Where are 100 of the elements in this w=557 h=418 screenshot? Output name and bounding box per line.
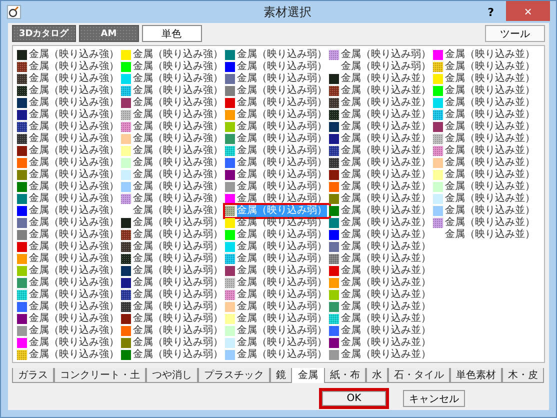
material-item[interactable]: 金属（映り込み弱） [225, 157, 329, 169]
material-item[interactable]: 金属（映り込み弱） [225, 109, 329, 121]
tool-button[interactable]: ツール [485, 25, 545, 42]
material-item[interactable]: 金属（映り込み弱） [121, 313, 225, 325]
material-item[interactable]: 金属（映り込み強） [17, 157, 121, 169]
material-item[interactable]: 金属（映り込み弱） [225, 253, 329, 265]
material-item[interactable]: 金属（映り込み強） [17, 217, 121, 229]
material-item[interactable]: 金属（映り込み弱） [225, 325, 329, 337]
material-item[interactable]: 金属（映り込み並） [329, 301, 433, 313]
category-tab[interactable]: 水 [366, 368, 388, 383]
material-item[interactable]: 金属（映り込み強） [121, 121, 225, 133]
help-button[interactable]: ? [484, 6, 498, 18]
material-item[interactable]: 金属（映り込み強） [121, 205, 225, 217]
material-item[interactable]: 金属（映り込み弱） [225, 313, 329, 325]
material-item[interactable]: 金属（映り込み強） [17, 169, 121, 181]
material-item[interactable]: 金属（映り込み強） [17, 145, 121, 157]
material-item[interactable]: 金属（映り込み強） [17, 289, 121, 301]
material-item[interactable]: 金属（映り込み強） [17, 97, 121, 109]
catalog-tab[interactable]: 3Dカタログ [12, 25, 76, 42]
material-item[interactable]: 金属（映り込み強） [17, 229, 121, 241]
category-tab[interactable]: 石・タイル [388, 368, 450, 383]
category-tab[interactable]: つや消し [146, 368, 198, 383]
material-item[interactable]: 金属（映り込み強） [17, 49, 121, 61]
material-item[interactable]: 金属（映り込み並） [433, 97, 537, 109]
material-item[interactable]: 金属（映り込み強） [121, 97, 225, 109]
material-item[interactable]: 金属（映り込み並） [329, 289, 433, 301]
category-tab[interactable]: 金属 [292, 368, 324, 383]
material-item[interactable]: 金属（映り込み弱） [225, 337, 329, 349]
material-item[interactable]: 金属（映り込み強） [121, 73, 225, 85]
material-item[interactable]: 金属（映り込み強） [121, 49, 225, 61]
ok-button[interactable]: OK [319, 388, 389, 409]
material-item[interactable]: 金属（映り込み並） [433, 205, 537, 217]
material-item[interactable]: 金属（映り込み並） [433, 145, 537, 157]
category-tab[interactable]: 木・皮 [502, 368, 544, 383]
material-item[interactable]: 金属（映り込み強） [17, 133, 121, 145]
material-item[interactable]: 金属（映り込み並） [329, 205, 433, 217]
material-item[interactable]: 金属（映り込み強） [17, 193, 121, 205]
material-item[interactable]: 金属（映り込み並） [329, 217, 433, 229]
material-item[interactable]: 金属（映り込み並） [433, 73, 537, 85]
material-item[interactable]: 金属（映り込み強） [17, 181, 121, 193]
material-item[interactable]: 金属（映り込み並） [329, 325, 433, 337]
material-item[interactable]: 金属（映り込み並） [329, 121, 433, 133]
material-item[interactable]: 金属（映り込み並） [433, 85, 537, 97]
material-item[interactable]: 金属（映り込み並） [433, 193, 537, 205]
material-item[interactable]: 金属（映り込み強） [121, 133, 225, 145]
material-item[interactable]: 金属（映り込み並） [329, 337, 433, 349]
material-item[interactable]: 金属（映り込み強） [17, 301, 121, 313]
material-item[interactable]: 金属（映り込み並） [329, 97, 433, 109]
catalog-tab[interactable]: 単色 [142, 25, 202, 42]
material-item[interactable]: 金属（映り込み並） [433, 121, 537, 133]
category-tab[interactable]: ガラス [12, 368, 54, 383]
material-item[interactable]: 金属（映り込み弱） [225, 85, 329, 97]
material-item[interactable]: 金属（映り込み弱） [225, 301, 329, 313]
material-item[interactable]: 金属（映り込み強） [121, 85, 225, 97]
material-item[interactable]: 金属（映り込み並） [433, 157, 537, 169]
material-item[interactable]: 金属（映り込み並） [433, 217, 537, 229]
material-item[interactable]: 金属（映り込み並） [329, 229, 433, 241]
material-item[interactable]: 金属（映り込み弱） [225, 277, 329, 289]
material-item[interactable]: 金属（映り込み弱） [225, 145, 329, 157]
material-item[interactable]: 金属（映り込み並） [433, 61, 537, 73]
material-item[interactable]: 金属（映り込み弱） [121, 217, 225, 229]
material-item[interactable]: 金属（映り込み弱） [225, 73, 329, 85]
material-item[interactable]: 金属（映り込み弱） [121, 253, 225, 265]
category-tab[interactable]: 鏡 [270, 368, 292, 383]
material-item[interactable]: 金属（映り込み強） [121, 145, 225, 157]
material-item[interactable]: 金属（映り込み並） [329, 193, 433, 205]
material-item[interactable]: 金属（映り込み強） [17, 85, 121, 97]
category-tab[interactable]: コンクリート・土 [54, 368, 146, 383]
material-item[interactable]: 金属（映り込み弱） [225, 265, 329, 277]
material-item[interactable]: 金属（映り込み弱） [121, 265, 225, 277]
material-item[interactable]: 金属（映り込み強） [17, 313, 121, 325]
material-item[interactable]: 金属（映り込み強） [17, 61, 121, 73]
material-item[interactable]: 金属（映り込み強） [17, 337, 121, 349]
material-item[interactable]: 金属（映り込み並） [329, 145, 433, 157]
material-item[interactable]: 金属（映り込み並） [329, 133, 433, 145]
material-item[interactable]: 金属（映り込み強） [17, 253, 121, 265]
material-item[interactable]: 金属（映り込み並） [329, 169, 433, 181]
material-item[interactable]: 金属（映り込み弱） [225, 49, 329, 61]
material-item[interactable]: 金属（映り込み強） [121, 109, 225, 121]
material-item[interactable]: 金属（映り込み弱） [121, 241, 225, 253]
material-item[interactable]: 金属（映り込み弱） [121, 337, 225, 349]
material-item[interactable]: 金属（映り込み弱） [225, 217, 329, 229]
material-item[interactable]: 金属（映り込み弱） [121, 301, 225, 313]
material-item[interactable]: 金属（映り込み弱） [121, 289, 225, 301]
material-item[interactable]: 金属（映り込み弱） [225, 169, 329, 181]
material-item[interactable]: 金属（映り込み並） [433, 109, 537, 121]
material-item[interactable]: 金属（映り込み並） [329, 313, 433, 325]
material-item[interactable]: 金属（映り込み並） [433, 169, 537, 181]
category-tab[interactable]: 紙・布 [324, 368, 366, 383]
material-item[interactable]: 金属（映り込み弱） [225, 133, 329, 145]
close-button[interactable]: × [506, 1, 550, 21]
material-item[interactable]: 金属（映り込み並） [329, 253, 433, 265]
material-item[interactable]: 金属（映り込み弱） [225, 241, 329, 253]
material-item[interactable]: 金属（映り込み並） [433, 133, 537, 145]
material-item[interactable]: 金属（映り込み弱） [225, 181, 329, 193]
material-item[interactable]: 金属（映り込み並） [329, 157, 433, 169]
catalog-tab[interactable]: AM [78, 25, 139, 42]
material-item[interactable]: 金属（映り込み強） [17, 121, 121, 133]
material-item[interactable]: 金属（映り込み弱） [329, 49, 433, 61]
material-item[interactable]: 金属（映り込み強） [121, 169, 225, 181]
